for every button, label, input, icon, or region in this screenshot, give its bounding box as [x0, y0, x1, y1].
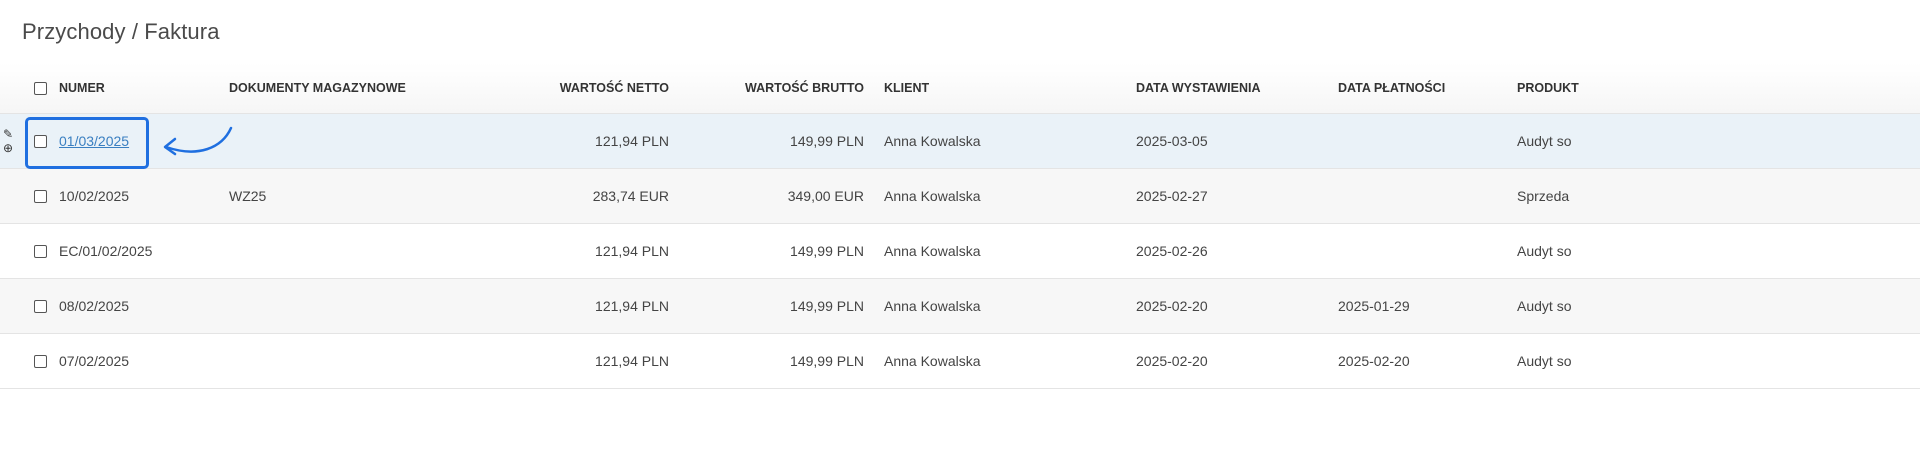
net-value: 121,94 PLN [595, 353, 669, 369]
gross-value: 149,99 PLN [790, 133, 864, 149]
row-checkbox-cell [34, 224, 50, 278]
client-name: Anna Kowalska [884, 353, 981, 369]
invoice-number-cell: 01/03/2025 [59, 114, 129, 168]
row-checkbox-cell [34, 114, 50, 168]
header-brutto[interactable]: WARTOŚĆ BRUTTO [700, 63, 864, 113]
payment-date: 2025-01-29 [1338, 298, 1410, 314]
product: Audyt so [1517, 353, 1572, 369]
table-row[interactable]: 08/02/2025 121,94 PLN 149,99 PLN Anna Ko… [0, 279, 1920, 334]
row-checkbox[interactable] [34, 299, 47, 313]
row-checkbox[interactable] [34, 244, 47, 258]
client-name: Anna Kowalska [884, 243, 981, 259]
gross-value: 149,99 PLN [790, 298, 864, 314]
product: Audyt so [1517, 243, 1572, 259]
select-all-checkbox[interactable] [34, 81, 47, 95]
payment-date: 2025-02-20 [1338, 353, 1410, 369]
issue-date: 2025-02-27 [1136, 188, 1208, 204]
table-row[interactable]: EC/01/02/2025 121,94 PLN 149,99 PLN Anna… [0, 224, 1920, 279]
invoice-number[interactable]: 10/02/2025 [59, 169, 129, 223]
header-data-platnosci[interactable]: DATA PŁATNOŚCI [1338, 63, 1445, 113]
zoom-in-icon[interactable]: ⊕ [3, 142, 13, 154]
net-value: 283,74 EUR [592, 188, 669, 204]
gross-value: 349,00 EUR [787, 188, 864, 204]
invoice-number[interactable]: 08/02/2025 [59, 279, 129, 333]
gross-value: 149,99 PLN [790, 353, 864, 369]
client-name: Anna Kowalska [884, 133, 981, 149]
table-row[interactable]: 10/02/2025 WZ25 283,74 EUR 349,00 EUR An… [0, 169, 1920, 224]
header-dokumenty[interactable]: DOKUMENTY MAGAZYNOWE [229, 63, 406, 113]
client-name: Anna Kowalska [884, 298, 981, 314]
header-produkt[interactable]: PRODUKT [1517, 63, 1920, 113]
table-header: NUMER DOKUMENTY MAGAZYNOWE WARTOŚĆ NETTO… [0, 63, 1920, 114]
row-checkbox-cell [34, 169, 50, 223]
row-actions: ✎ ⊕ [3, 114, 13, 168]
product: Audyt so [1517, 133, 1572, 149]
warehouse-docs: WZ25 [229, 188, 267, 204]
issue-date: 2025-03-05 [1136, 133, 1208, 149]
page-title: Przychody / Faktura [22, 19, 220, 44]
invoice-number-link[interactable]: 01/03/2025 [59, 133, 129, 149]
pencil-icon[interactable]: ✎ [3, 128, 13, 140]
product: Sprzeda [1517, 188, 1570, 204]
row-checkbox-cell [34, 279, 50, 333]
select-all-cell [34, 63, 50, 113]
header-netto[interactable]: WARTOŚĆ NETTO [450, 63, 669, 113]
header-klient[interactable]: KLIENT [884, 63, 929, 113]
invoice-number[interactable]: EC/01/02/2025 [59, 224, 152, 278]
gross-value: 149,99 PLN [790, 243, 864, 259]
issue-date: 2025-02-20 [1136, 298, 1208, 314]
page: Przychody / Faktura NUMER DOKUMENTY MAGA… [0, 0, 1920, 465]
net-value: 121,94 PLN [595, 133, 669, 149]
invoice-number[interactable]: 07/02/2025 [59, 334, 129, 388]
net-value: 121,94 PLN [595, 298, 669, 314]
curved-arrow-icon [163, 126, 233, 156]
client-name: Anna Kowalska [884, 188, 981, 204]
header-numer[interactable]: NUMER [59, 63, 105, 113]
product: Audyt so [1517, 298, 1572, 314]
table-row[interactable]: ✎ ⊕ 01/03/2025 121,94 PLN 149,99 PLN Ann… [0, 114, 1920, 169]
issue-date: 2025-02-20 [1136, 353, 1208, 369]
issue-date: 2025-02-26 [1136, 243, 1208, 259]
net-value: 121,94 PLN [595, 243, 669, 259]
row-checkbox[interactable] [34, 189, 47, 203]
row-checkbox-cell [34, 334, 50, 388]
table-row[interactable]: 07/02/2025 121,94 PLN 149,99 PLN Anna Ko… [0, 334, 1920, 389]
header-data-wystawienia[interactable]: DATA WYSTAWIENIA [1136, 63, 1261, 113]
invoice-table: NUMER DOKUMENTY MAGAZYNOWE WARTOŚĆ NETTO… [0, 63, 1920, 389]
row-checkbox[interactable] [34, 134, 47, 148]
row-checkbox[interactable] [34, 354, 47, 368]
